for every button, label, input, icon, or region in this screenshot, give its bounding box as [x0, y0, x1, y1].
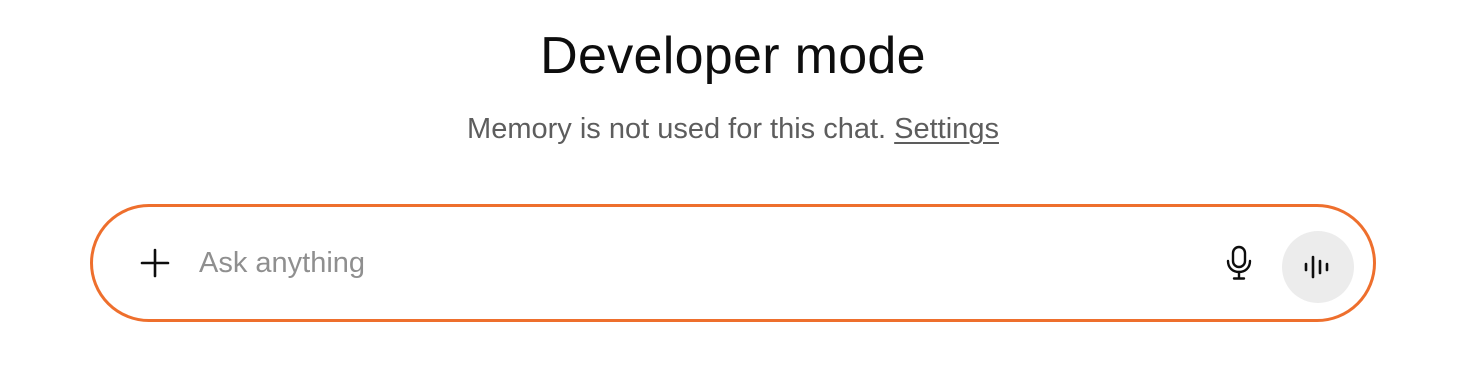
voice-waveform-icon	[1304, 255, 1329, 279]
plus-icon	[140, 248, 170, 278]
memory-notice: Memory is not used for this chat. Settin…	[0, 110, 1466, 148]
memory-notice-text: Memory is not used for this chat.	[467, 113, 887, 145]
settings-link[interactable]: Settings	[894, 113, 999, 145]
add-attachment-button[interactable]	[125, 233, 185, 293]
microphone-icon	[1226, 245, 1252, 280]
chat-composer	[90, 204, 1376, 322]
voice-mode-button[interactable]	[1282, 231, 1354, 303]
dictate-button[interactable]	[1211, 235, 1267, 291]
prompt-input[interactable]	[199, 237, 1179, 289]
page-title: Developer mode	[540, 27, 926, 85]
page: Developer mode Memory is not used for th…	[0, 0, 1466, 380]
